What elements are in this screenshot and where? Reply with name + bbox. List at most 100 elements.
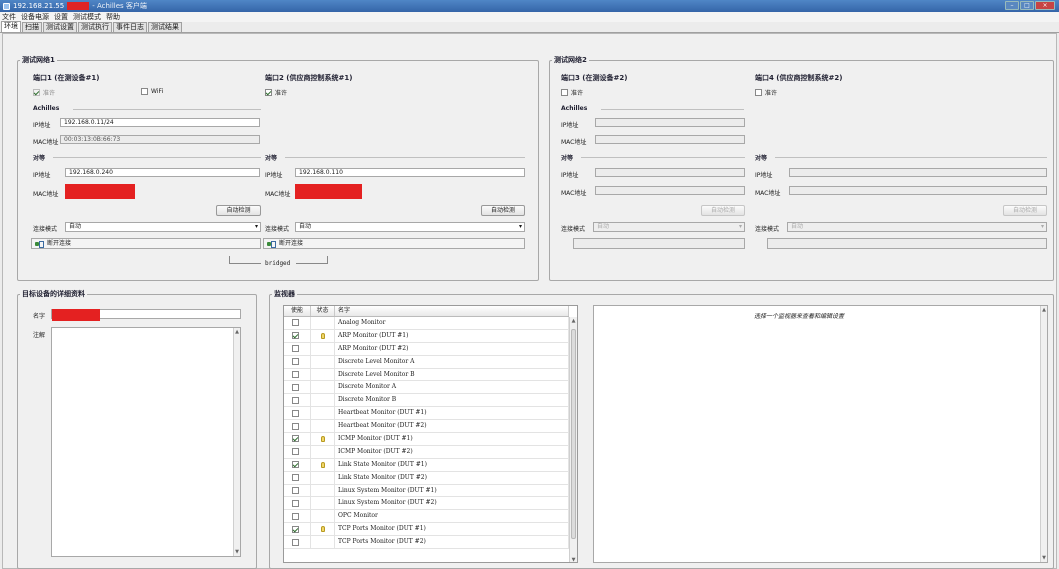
- port2-peer-ip-field[interactable]: 192.168.0.110: [295, 168, 525, 177]
- monitor-name: Heartbeat Monitor (DUT #2): [335, 420, 569, 433]
- monitor-row[interactable]: OPC Monitor: [284, 510, 569, 524]
- redacted-block: [67, 2, 90, 10]
- target-notes-field[interactable]: ▲ ▼: [51, 327, 241, 557]
- monitor-enabled-checkbox[interactable]: [292, 383, 299, 391]
- port3-autodetect-button[interactable]: 自动检测: [701, 205, 745, 216]
- port1-peer-mac-label: MAC地址: [33, 191, 59, 198]
- port2-peer-ip-label: IP地址: [265, 172, 283, 179]
- menu-device-power[interactable]: 设备电源: [21, 12, 49, 22]
- col-enabled-header[interactable]: 使能: [284, 306, 311, 316]
- tab-event-log[interactable]: 事件日志: [113, 22, 147, 32]
- achilles-ip-field[interactable]: 192.168.0.11/24: [60, 118, 260, 127]
- monitor-enabled-checkbox[interactable]: [292, 345, 299, 353]
- monitor-row[interactable]: Discrete Monitor B: [284, 394, 569, 408]
- port2-mode-select[interactable]: 自动 ▾: [295, 222, 525, 232]
- monitor-row[interactable]: Linux System Monitor (DUT #1): [284, 484, 569, 498]
- port4-allow-checkbox[interactable]: 准许: [755, 88, 777, 97]
- port3-mac-field: [595, 135, 745, 144]
- port2-disconnect-button[interactable]: 断开连接: [263, 238, 525, 249]
- menu-test-mode[interactable]: 测试模式: [73, 12, 101, 22]
- port2-allow-checkbox[interactable]: 准许: [265, 88, 287, 97]
- monitor-enabled-checkbox[interactable]: [292, 525, 299, 533]
- menu-settings[interactable]: 设置: [54, 12, 68, 22]
- achilles-mac-label: MAC地址: [33, 139, 59, 146]
- minimize-button[interactable]: –: [1005, 1, 1019, 10]
- monitor-row[interactable]: Discrete Level Monitor B: [284, 368, 569, 382]
- port1-disconnect-button[interactable]: 断开连接: [31, 238, 261, 249]
- plug-icon: [267, 240, 276, 248]
- monitor-enabled-cell: [284, 523, 311, 536]
- detail-scrollbar[interactable]: ▲ ▼: [1040, 306, 1047, 562]
- monitor-name: ARP Monitor (DUT #2): [335, 342, 569, 355]
- monitors-scrollbar[interactable]: ▲ ▼: [569, 317, 577, 562]
- scroll-down-icon: ▼: [1042, 555, 1046, 561]
- port3-mode-value: 自动: [597, 223, 610, 230]
- monitor-enabled-cell: [284, 471, 311, 484]
- monitor-status-cell: [311, 458, 335, 471]
- port4-mode-select[interactable]: 自动 ▾: [787, 222, 1047, 232]
- menu-help[interactable]: 帮助: [106, 12, 120, 22]
- close-button[interactable]: ×: [1035, 1, 1055, 10]
- tab-environment[interactable]: 环境: [1, 21, 21, 32]
- port4-peer-mac-label: MAC地址: [755, 190, 781, 197]
- monitor-enabled-checkbox[interactable]: [292, 538, 299, 546]
- bridge-line-right: [296, 256, 328, 264]
- tab-test-execution[interactable]: 测试执行: [78, 22, 112, 32]
- port3-mode-select[interactable]: 自动 ▾: [593, 222, 745, 232]
- port1-allow-checkbox[interactable]: 准许: [33, 88, 55, 97]
- monitor-row[interactable]: Link State Monitor (DUT #1): [284, 458, 569, 472]
- monitor-name: Linux System Monitor (DUT #1): [335, 484, 569, 497]
- monitor-enabled-checkbox[interactable]: [292, 358, 299, 366]
- tab-test-results[interactable]: 测试结果: [148, 22, 182, 32]
- monitor-row[interactable]: ARP Monitor (DUT #1): [284, 329, 569, 343]
- port3-connect-bar[interactable]: [573, 238, 745, 249]
- tab-scan[interactable]: 扫描: [22, 22, 42, 32]
- col-name-header[interactable]: 名字: [335, 306, 569, 316]
- monitor-row[interactable]: Discrete Monitor A: [284, 381, 569, 395]
- port1-peer-ip-field[interactable]: 192.168.0.240: [65, 168, 260, 177]
- col-status-header[interactable]: 状态: [311, 306, 335, 316]
- monitor-enabled-checkbox[interactable]: [292, 499, 299, 507]
- monitor-enabled-checkbox[interactable]: [292, 461, 299, 469]
- port1-autodetect-button[interactable]: 自动检测: [216, 205, 261, 216]
- monitor-enabled-checkbox[interactable]: [292, 332, 299, 340]
- monitor-row[interactable]: Analog Monitor: [284, 317, 569, 330]
- monitor-enabled-checkbox[interactable]: [292, 409, 299, 417]
- monitor-enabled-checkbox[interactable]: [292, 512, 299, 520]
- port4-connect-bar[interactable]: [767, 238, 1047, 249]
- monitor-enabled-checkbox[interactable]: [292, 319, 299, 327]
- monitor-name: Heartbeat Monitor (DUT #1): [335, 407, 569, 420]
- port4-autodetect-button[interactable]: 自动检测: [1003, 205, 1047, 216]
- wifi-checkbox[interactable]: WiFi: [141, 88, 163, 95]
- monitor-enabled-checkbox[interactable]: [292, 396, 299, 404]
- monitor-enabled-checkbox[interactable]: [292, 371, 299, 378]
- monitor-row[interactable]: Discrete Level Monitor A: [284, 355, 569, 369]
- port3-mac-label: MAC地址: [561, 139, 587, 146]
- monitor-row[interactable]: TCP Ports Monitor (DUT #1): [284, 523, 569, 537]
- notes-scrollbar[interactable]: ▲ ▼: [233, 328, 240, 556]
- monitor-name: Discrete Level Monitor A: [335, 355, 569, 368]
- scrollbar-thumb[interactable]: [571, 329, 576, 539]
- tab-test-settings[interactable]: 测试设置: [43, 22, 77, 32]
- monitor-row[interactable]: ARP Monitor (DUT #2): [284, 342, 569, 356]
- achilles-divider: [73, 109, 261, 110]
- monitor-row[interactable]: ICMP Monitor (DUT #2): [284, 445, 569, 459]
- monitor-row[interactable]: Link State Monitor (DUT #2): [284, 471, 569, 485]
- window-title-app: - Achilles 客户端: [92, 2, 147, 10]
- port1-mode-select[interactable]: 自动 ▾: [65, 222, 261, 232]
- monitor-row[interactable]: Heartbeat Monitor (DUT #2): [284, 420, 569, 434]
- monitor-enabled-checkbox[interactable]: [292, 474, 299, 482]
- monitor-row[interactable]: Heartbeat Monitor (DUT #1): [284, 407, 569, 421]
- monitor-row[interactable]: TCP Ports Monitor (DUT #2): [284, 536, 569, 550]
- main-area: 测试网络1 端口1 (在测设备#1) 准许 WiFi Achilles IP地址…: [2, 33, 1057, 569]
- maximize-button[interactable]: □: [1020, 1, 1034, 10]
- monitor-enabled-checkbox[interactable]: [292, 487, 299, 495]
- port2-autodetect-button[interactable]: 自动检测: [481, 205, 525, 216]
- port3-allow-checkbox[interactable]: 准许: [561, 88, 583, 97]
- monitor-enabled-checkbox[interactable]: [292, 448, 299, 456]
- monitor-enabled-checkbox[interactable]: [292, 422, 299, 430]
- monitor-enabled-checkbox[interactable]: [292, 435, 299, 443]
- monitor-name: Link State Monitor (DUT #2): [335, 471, 569, 484]
- monitor-row[interactable]: Linux System Monitor (DUT #2): [284, 497, 569, 511]
- monitor-row[interactable]: ICMP Monitor (DUT #1): [284, 433, 569, 446]
